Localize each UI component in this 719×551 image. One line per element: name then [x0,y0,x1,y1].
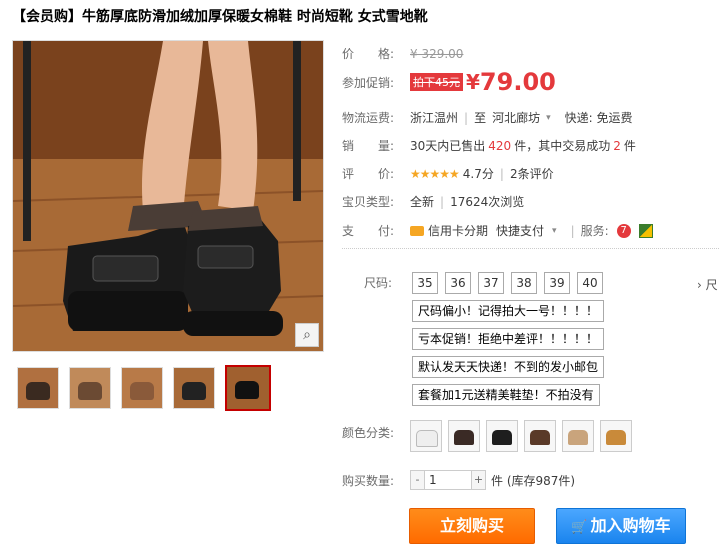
rating-label: 评 价: [342,167,395,181]
size-option[interactable]: 35 [412,272,438,294]
size-label-row: 尺码: [342,274,392,291]
sales-count: 420 [488,138,512,153]
shipping-fee: 快递: 免运费 [564,111,633,125]
thumbnail-5-selected[interactable] [225,365,271,411]
item-type-label: 宝贝类型: [342,195,395,209]
rating-score: 4.7分 [462,167,494,181]
ship-to-select[interactable]: 河北廊坊 [492,109,540,126]
promo-tag: 拍下45元 [410,73,463,91]
zoom-icon[interactable]: ⌕ [295,323,319,347]
shipping-label: 物流运费: [342,111,395,125]
color-option-brown[interactable] [524,420,556,452]
add-to-cart-button[interactable]: 🛒 加入购物车 [556,508,686,544]
product-title: 【会员购】牛筋厚底防滑加绒加厚保暖女棉鞋 时尚短靴 女式雪地靴 [12,9,428,25]
main-product-image[interactable]: ⌕ [12,40,324,352]
item-condition: 全新 [410,195,435,209]
shipping-row: 物流运费: 浙江温州 | 至 河北廊坊 ▾ 快递: 免运费 [342,109,633,126]
size-options: 35 36 37 38 39 40 [412,272,603,294]
shipping-note[interactable]: 默认发天天快递！不到的发小邮包 [412,356,605,378]
original-price-row: 价 格: ¥ 329.00 [342,45,463,62]
add-to-cart-label: 加入购物车 [590,516,671,535]
guarantee-icon[interactable] [638,223,653,238]
promo-note[interactable]: 亏本促销！拒绝中差评！！！！！ [412,328,605,350]
size-option[interactable]: 40 [577,272,603,294]
size-option[interactable]: 38 [511,272,537,294]
size-label: 尺码: [364,276,393,290]
payment-method-quick[interactable]: 快捷支付 [496,222,544,239]
color-option-white[interactable] [410,420,442,452]
truncated-label: › 尺 [697,278,718,292]
product-photo [13,41,323,351]
service-label: 服务: [580,224,609,238]
sales-label: 销 量: [342,139,395,153]
ship-to-prefix: 至 [474,111,487,125]
size-option[interactable]: 36 [445,272,471,294]
color-option-black[interactable] [486,420,518,452]
thumbnail-4[interactable] [173,367,215,409]
size-option[interactable]: 37 [478,272,504,294]
success-count: 2 [613,138,621,153]
color-option-black-red[interactable] [448,420,480,452]
divider [342,248,719,249]
sales-text-suffix: 件 [623,139,636,153]
thumbnail-1[interactable] [17,367,59,409]
sales-text-mid: 件，其中交易成功 [514,139,611,153]
bundle-note[interactable]: 套餐加1元送精美鞋垫！不拍没有 [412,384,600,406]
buy-now-button[interactable]: 立刻购买 [409,508,535,544]
quantity-input[interactable]: 1 [425,470,471,490]
size-note[interactable]: 尺码偏小！记得拍大一号！！！！ [412,300,605,322]
promo-label: 参加促销: [342,75,395,90]
quantity-label-row: 购买数量: [342,472,394,489]
thumbnail-strip [17,365,271,411]
promo-price-row: 参加促销: 拍下45元 ¥ 79.00 [342,68,556,96]
payment-label: 支 付: [342,224,395,238]
thumbnail-3[interactable] [121,367,163,409]
view-count: 17624次浏览 [450,195,525,209]
rating-row: 评 价: ★★★★★ 4.7分 | 2条评价 [342,165,554,182]
price-label: 价 格: [342,47,395,61]
chevron-down-icon[interactable]: ▾ [552,226,557,236]
quantity-minus-button[interactable]: - [410,470,425,490]
item-type-row: 宝贝类型: 全新 | 17624次浏览 [342,194,525,210]
credit-card-icon [410,225,424,236]
cart-icon: 🛒 [571,520,588,535]
color-options [410,420,632,452]
chevron-down-icon[interactable]: ▾ [546,113,551,123]
payment-method-installment[interactable]: 信用卡分期 [428,222,488,239]
size-option[interactable]: 39 [544,272,570,294]
quantity-label: 购买数量: [342,474,395,488]
thumbnail-2[interactable] [69,367,111,409]
ship-from: 浙江温州 [410,111,459,125]
currency-symbol: ¥ [466,70,480,94]
quantity-stepper: - 1 + 件 (库存987件) [410,470,575,490]
sales-text: 30天内已售出 [410,139,486,153]
promo-price: 79.00 [479,68,556,96]
color-option-beige[interactable] [562,420,594,452]
color-label-row: 颜色分类: [342,424,394,441]
tmall-icon[interactable]: 7 [616,223,631,238]
sales-row: 销 量: 30天内已售出 420 件，其中交易成功 2 件 [342,137,636,154]
color-label: 颜色分类: [342,426,395,440]
review-count-link[interactable]: 2条评价 [510,165,554,182]
star-rating: ★★★★★ [410,166,460,181]
color-option-tan[interactable] [600,420,632,452]
stock-text: 件 (库存987件) [491,473,576,488]
quantity-plus-button[interactable]: + [471,470,486,490]
payment-row: 支 付: 信用卡分期 快捷支付 ▾ | 服务: 7 [342,222,653,239]
original-price: ¥ 329.00 [410,46,464,61]
